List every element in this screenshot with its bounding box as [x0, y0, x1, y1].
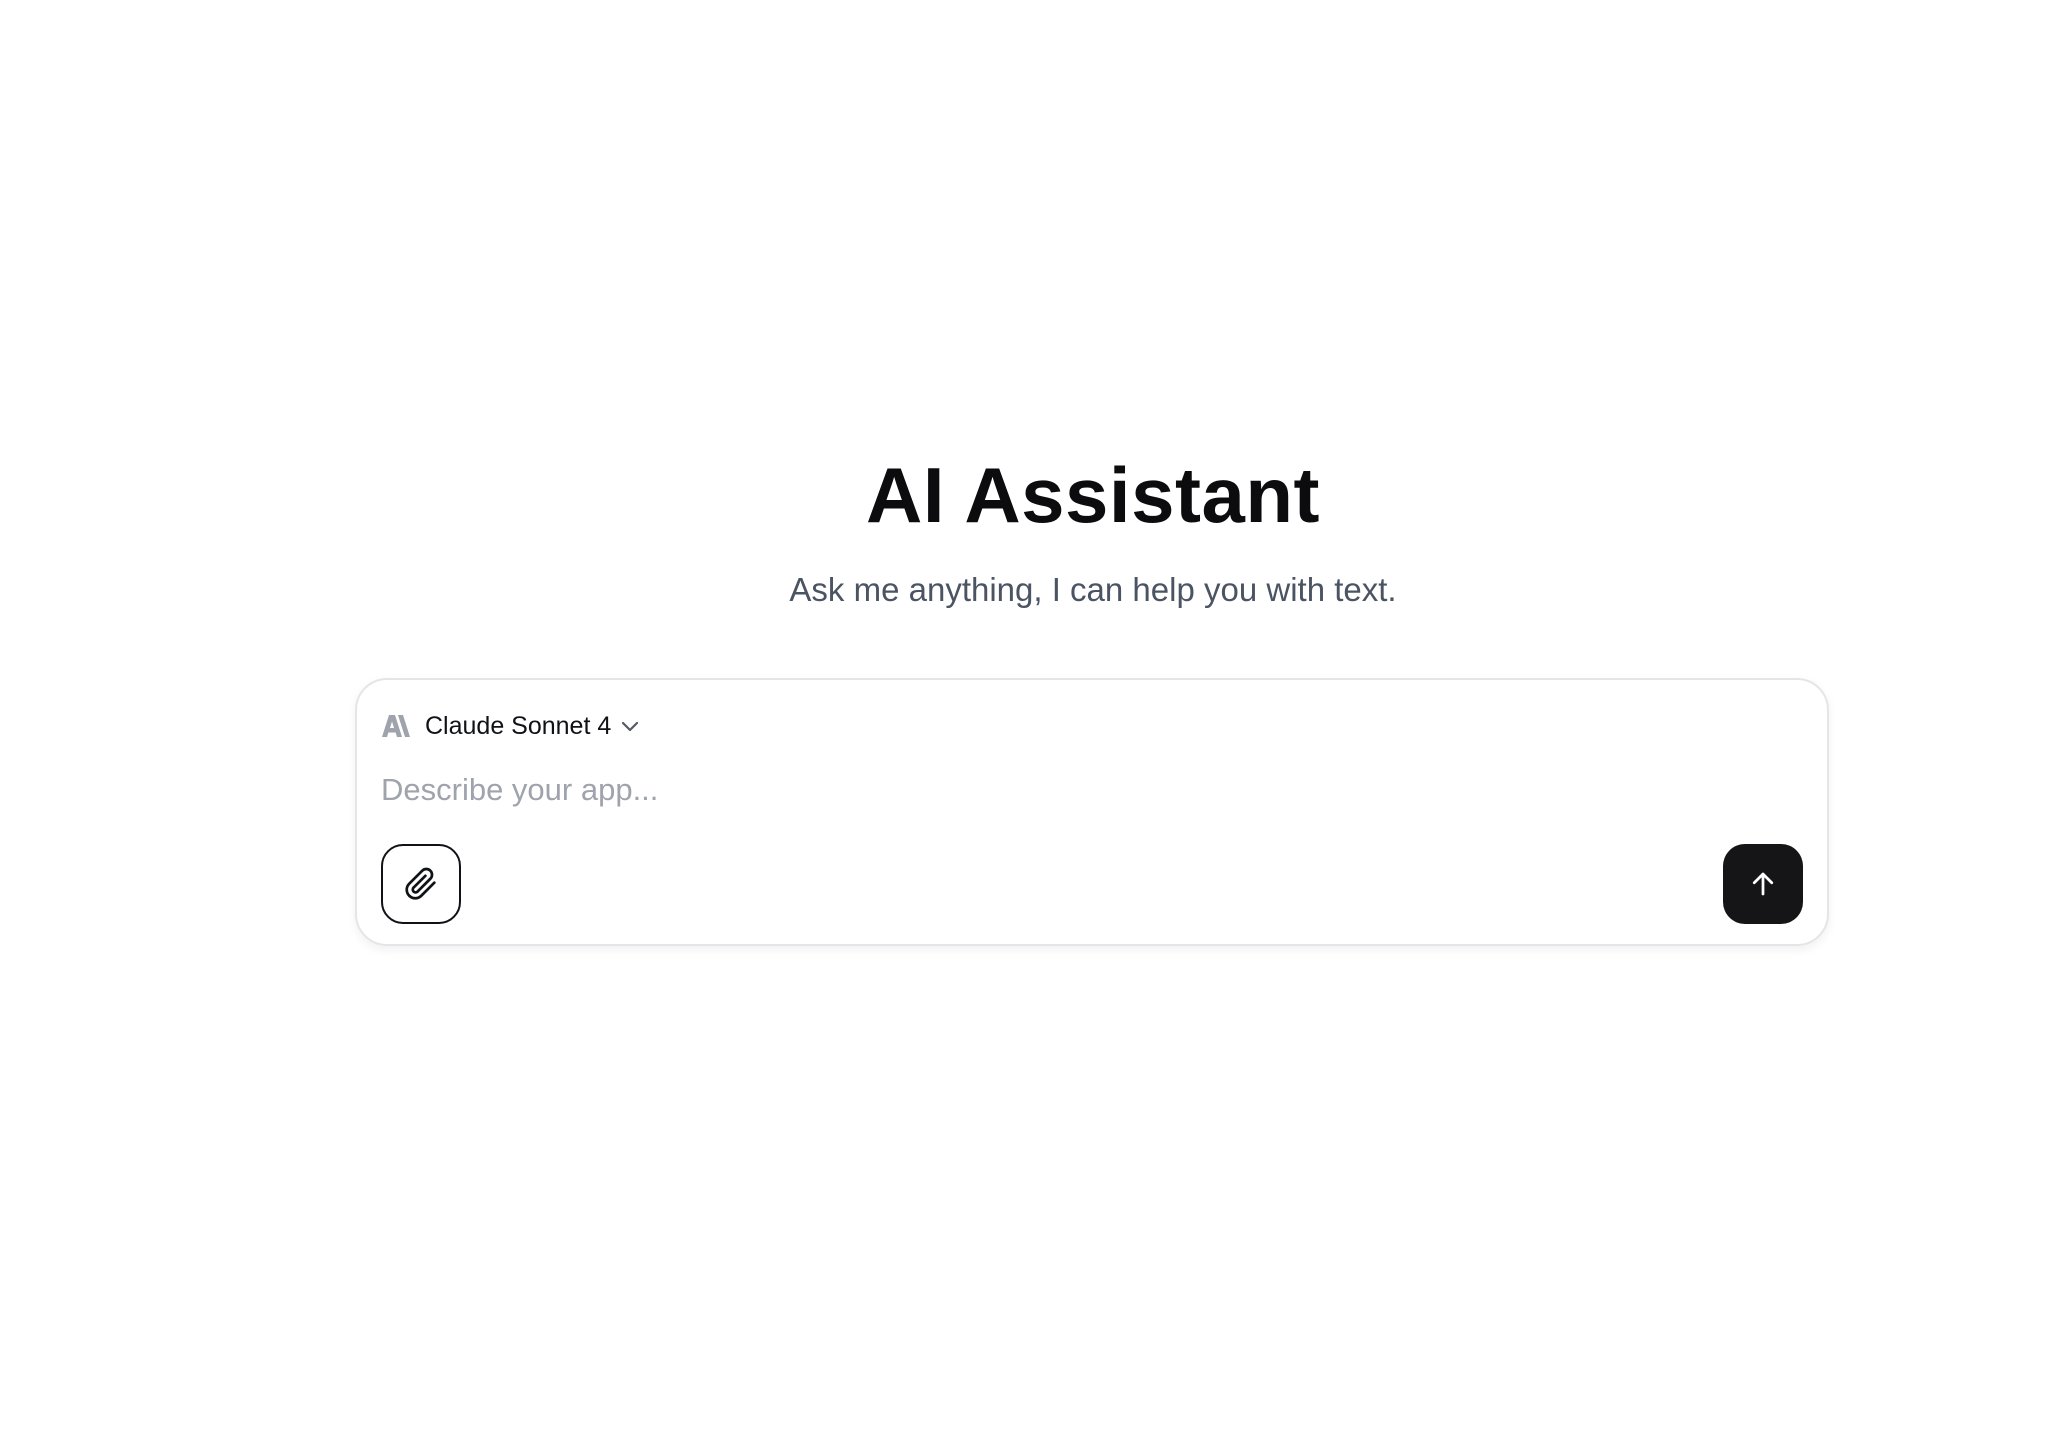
attach-file-button[interactable] [381, 844, 461, 924]
send-button[interactable] [1723, 844, 1803, 924]
model-selector[interactable]: Claude Sonnet 4 [381, 706, 641, 746]
prompt-input[interactable] [381, 762, 1761, 818]
page: AI Assistant Ask me anything, I can help… [0, 0, 2046, 1454]
prompt-composer: Claude Sonnet 4 [355, 678, 1829, 946]
anthropic-logo-icon [381, 714, 411, 738]
page-subtitle: Ask me anything, I can help you with tex… [789, 571, 1397, 608]
model-name: Claude Sonnet 4 [425, 712, 612, 740]
paperclip-icon [404, 867, 438, 901]
arrow-up-icon [1748, 869, 1778, 899]
page-title: AI Assistant [866, 451, 1320, 539]
chevron-down-icon [619, 715, 641, 737]
